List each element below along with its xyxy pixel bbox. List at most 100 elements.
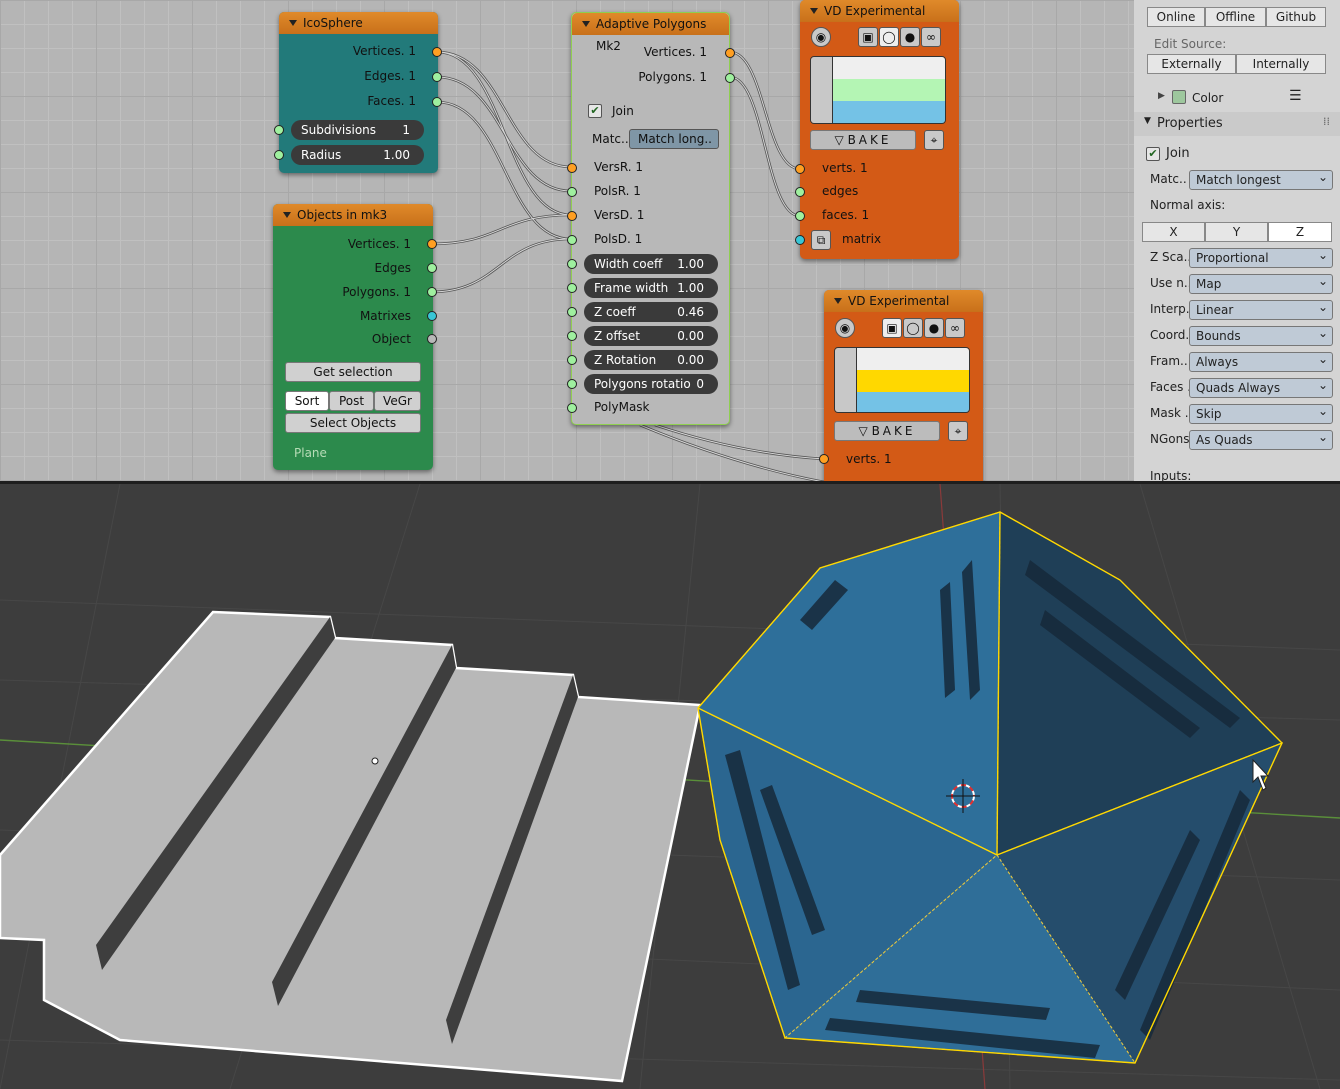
z-offset-input-socket[interactable] [567, 331, 577, 341]
versr-input-socket[interactable] [567, 163, 577, 173]
faces-input-socket[interactable] [795, 211, 805, 221]
edge-display-icon[interactable]: ◯ [903, 318, 923, 338]
edge-color-swatch[interactable] [857, 370, 969, 392]
radius-input-socket[interactable] [274, 150, 284, 160]
adaptive-node-header[interactable]: Adaptive Polygons Mk2 [572, 13, 729, 53]
use-normals-dropdown[interactable]: Map [1189, 272, 1333, 294]
edges-output-socket[interactable] [432, 72, 442, 82]
vd2-node-header[interactable]: VD Experimental [824, 290, 983, 312]
interpolation-dropdown[interactable]: Linear [1189, 298, 1333, 320]
post-tab[interactable]: Post [329, 391, 374, 411]
link-display-icon[interactable]: ∞ [921, 27, 941, 47]
vertex-display-icon[interactable]: ▣ [858, 27, 878, 47]
vertex-color-swatch[interactable] [833, 57, 945, 79]
join-checkbox[interactable]: ✔ [588, 104, 602, 118]
width-coeff-input-socket[interactable] [567, 259, 577, 269]
subdivisions-input-socket[interactable] [274, 125, 284, 135]
objects-in-node[interactable]: Objects in mk3 Vertices. 1 Edges Polygon… [273, 204, 437, 470]
polymask-input-socket[interactable] [567, 403, 577, 413]
axis-z-button[interactable]: Z [1268, 222, 1332, 242]
github-button[interactable]: Github [1266, 7, 1326, 27]
vd-experimental-node-1[interactable]: VD Experimental ◉ ▣ ◯ ● ∞ ▽ BAKE ⌖ verts… [795, 0, 959, 259]
faces-output-socket[interactable] [432, 97, 442, 107]
icosphere-node-header[interactable]: IcoSphere [279, 12, 438, 34]
eye-icon[interactable]: ◉ [835, 318, 855, 338]
sort-tab[interactable]: Sort [285, 391, 329, 411]
bake-button[interactable]: ▽ BAKE [834, 421, 940, 441]
polsd-input-socket[interactable] [567, 235, 577, 245]
z-scale-dropdown[interactable]: Proportional [1189, 246, 1333, 268]
verts-input-socket[interactable] [795, 164, 805, 174]
match-dropdown[interactable]: Match longest [1189, 168, 1333, 190]
polsr-input-socket[interactable] [567, 187, 577, 197]
object-output-socket[interactable] [427, 334, 437, 344]
properties-header[interactable]: ▼ Properties ⁞⁞ [1134, 112, 1340, 136]
vertices-output-socket[interactable] [725, 48, 735, 58]
internally-button[interactable]: Internally [1236, 54, 1326, 74]
edge-display-icon[interactable]: ◯ [879, 27, 899, 47]
edges-input-socket[interactable] [795, 187, 805, 197]
link-display-icon[interactable]: ∞ [945, 318, 965, 338]
versd-input-socket[interactable] [567, 211, 577, 221]
axis-x-button[interactable]: X [1142, 222, 1205, 242]
z-offset-field[interactable]: Z offset 0.00 [584, 326, 718, 346]
objects-node-header[interactable]: Objects in mk3 [273, 204, 433, 226]
subdivisions-field[interactable]: Subdivisions 1 [291, 120, 424, 140]
z-coeff-input-socket[interactable] [567, 307, 577, 317]
faces-dropdown[interactable]: Quads Always [1189, 376, 1333, 398]
coordinates-dropdown[interactable]: Bounds [1189, 324, 1333, 346]
edges-output-socket[interactable] [427, 263, 437, 273]
polygons-output-socket[interactable] [427, 287, 437, 297]
vertices-output-socket[interactable] [427, 239, 437, 249]
frame-width-input-socket[interactable] [567, 283, 577, 293]
polygons-rotation-field[interactable]: Polygons rotatio 0 [584, 374, 718, 394]
width-coeff-field[interactable]: Width coeff 1.00 [584, 254, 718, 274]
vertex-display-icon[interactable]: ▣ [882, 318, 902, 338]
frame-dropdown[interactable]: Always [1189, 350, 1333, 372]
polygons-output-socket[interactable] [725, 73, 735, 83]
edge-color-swatch[interactable] [833, 79, 945, 101]
join-checkbox[interactable]: ✔ [1146, 147, 1160, 161]
icosphere-node[interactable]: IcoSphere Vertices. 1 Edges. 1 Faces. 1 … [274, 12, 442, 173]
offline-button[interactable]: Offline [1205, 7, 1266, 27]
color-checkbox[interactable] [1172, 90, 1186, 104]
color-expand-icon[interactable]: ▶ [1158, 91, 1165, 101]
face-color-swatch[interactable] [833, 101, 945, 123]
bake-button[interactable]: ▽ BAKE [810, 130, 916, 150]
3d-viewport[interactable] [0, 484, 1340, 1089]
eye-icon[interactable]: ◉ [811, 27, 831, 47]
face-display-icon[interactable]: ● [924, 318, 944, 338]
frame-width-field[interactable]: Frame width 1.00 [584, 278, 718, 298]
center-icon[interactable]: ⌖ [924, 130, 944, 150]
vegr-tab[interactable]: VeGr [374, 391, 421, 411]
adaptive-polygons-node[interactable]: Adaptive Polygons Mk2 Vertices. 1 Polygo… [567, 12, 735, 425]
verts-input-socket[interactable] [819, 454, 829, 464]
axis-y-button[interactable]: Y [1205, 222, 1268, 242]
vd-experimental-node-2[interactable]: VD Experimental ◉ ▣ ◯ ● ∞ ▽ BAKE ⌖ verts… [819, 290, 983, 481]
select-objects-button[interactable]: Select Objects [285, 413, 421, 433]
plane-mesh[interactable] [0, 610, 702, 1083]
radius-field[interactable]: Radius 1.00 [291, 145, 424, 165]
center-icon[interactable]: ⌖ [948, 421, 968, 441]
vd1-color-swatches [810, 56, 946, 124]
list-icon[interactable]: ☰ [1289, 88, 1302, 104]
face-color-swatch[interactable] [857, 392, 969, 412]
face-display-icon[interactable]: ● [900, 27, 920, 47]
polygons-rotation-input-socket[interactable] [567, 379, 577, 389]
matrix-input-socket[interactable] [795, 235, 805, 245]
z-rotation-input-socket[interactable] [567, 355, 577, 365]
matrixes-output-socket[interactable] [427, 311, 437, 321]
z-rotation-field[interactable]: Z Rotation 0.00 [584, 350, 718, 370]
drag-handle-icon[interactable]: ⁞⁞ [1323, 115, 1330, 128]
node-editor[interactable]: IcoSphere Vertices. 1 Edges. 1 Faces. 1 … [0, 0, 1134, 481]
online-button[interactable]: Online [1147, 7, 1205, 27]
z-coeff-field[interactable]: Z coeff 0.46 [584, 302, 718, 322]
ngons-dropdown[interactable]: As Quads [1189, 428, 1333, 450]
vertices-output-socket[interactable] [432, 47, 442, 57]
match-dropdown[interactable]: Match long.. [629, 129, 719, 149]
externally-button[interactable]: Externally [1147, 54, 1236, 74]
get-selection-button[interactable]: Get selection [285, 362, 421, 382]
vd1-node-header[interactable]: VD Experimental [800, 0, 959, 22]
vertex-color-swatch[interactable] [857, 348, 969, 370]
mask-dropdown[interactable]: Skip [1189, 402, 1333, 424]
